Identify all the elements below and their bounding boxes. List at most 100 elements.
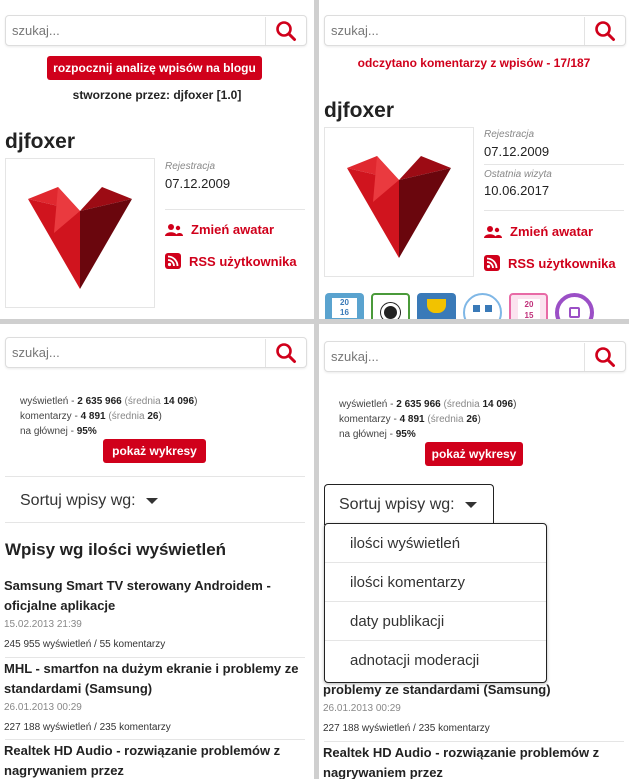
registration-date: 07.12.2009 xyxy=(165,176,231,191)
sort-option-date[interactable]: daty publikacji xyxy=(325,602,546,641)
search-icon xyxy=(594,21,615,41)
entry-title[interactable]: Realtek HD Audio - rozwiązanie problemów… xyxy=(323,743,625,779)
change-avatar-link[interactable]: Zmień awatar xyxy=(165,222,274,237)
search-input[interactable] xyxy=(12,345,252,360)
list-item[interactable]: Realtek HD Audio - rozwiązanie problemów… xyxy=(4,741,306,779)
avatar-logo-icon xyxy=(347,156,451,258)
caret-down-icon xyxy=(145,498,158,504)
stats-comments: komentarzy - 4 891 (średnia 26) xyxy=(20,411,162,422)
search-button[interactable] xyxy=(584,17,624,45)
search-input[interactable] xyxy=(331,23,571,38)
registration-date: 07.12.2009 xyxy=(484,144,550,159)
divider xyxy=(484,210,624,211)
sort-label: Sortuj wpisy wg: xyxy=(20,492,136,509)
rss-link[interactable]: RSS użytkownika xyxy=(484,255,616,271)
search-button[interactable] xyxy=(265,339,305,367)
caret-down-icon xyxy=(464,502,477,508)
avatar-logo-icon xyxy=(28,187,132,289)
sort-option-comments[interactable]: ilości komentarzy xyxy=(325,563,546,602)
list-heading: Wpisy wg ilości wyświetleń xyxy=(5,540,227,559)
status-text: odczytano komentarzy z wpisów - 17/187 xyxy=(357,56,591,70)
trophy-badge-icon[interactable] xyxy=(417,293,456,319)
panel-sort-open: wyświetleń - 2 635 966 (średnia 14 096) … xyxy=(319,324,629,779)
search-box xyxy=(324,341,626,372)
divider xyxy=(5,522,305,523)
analyze-blog-button[interactable]: rozpocznij analizę wpisów na blogu xyxy=(47,56,262,80)
username: djfoxer xyxy=(324,99,395,122)
list-item[interactable]: Samsung Smart TV sterowany Androidem - o… xyxy=(4,576,306,650)
search-input[interactable] xyxy=(331,349,571,364)
search-icon xyxy=(594,347,615,367)
panel-stats-list: wyświetleń - 2 635 966 (średnia 14 096) … xyxy=(0,324,314,779)
search-icon xyxy=(275,343,296,363)
stats-views: wyświetleń - 2 635 966 (średnia 14 096) xyxy=(20,396,198,407)
stats-comments: komentarzy - 4 891 (średnia 26) xyxy=(339,414,481,425)
divider xyxy=(165,209,305,210)
entry-title[interactable]: problemy ze standardami (Samsung) xyxy=(323,680,625,700)
panel-profile-loaded: odczytano komentarzy z wpisów - 17/187 d… xyxy=(319,0,629,319)
calendar-2016-badge-icon[interactable]: 20 16 xyxy=(325,293,364,319)
rss-label: RSS użytkownika xyxy=(508,255,616,271)
search-box xyxy=(5,337,307,368)
search-button[interactable] xyxy=(265,17,305,45)
rss-label: RSS użytkownika xyxy=(189,253,297,269)
search-input[interactable] xyxy=(12,23,252,38)
list-item[interactable]: MHL - smartfon na dużym ekranie i proble… xyxy=(4,659,306,733)
entry-date: 26.01.2013 00:29 xyxy=(4,702,82,713)
last-visit-date: 10.06.2017 xyxy=(484,183,550,198)
stats-views: wyświetleń - 2 635 966 (średnia 14 096) xyxy=(339,399,517,410)
sort-dropdown[interactable]: Sortuj wpisy wg: xyxy=(339,496,477,514)
divider xyxy=(484,164,624,165)
users-icon xyxy=(484,225,502,238)
last-visit-label: Ostatnia wizyta xyxy=(484,169,552,180)
entry-title[interactable]: Realtek HD Audio - rozwiązanie problemów… xyxy=(4,741,306,779)
purple-ring-badge-icon[interactable] xyxy=(555,293,594,319)
divider xyxy=(5,739,305,740)
show-charts-button[interactable]: pokaż wykresy xyxy=(425,442,523,466)
entry-title[interactable]: MHL - smartfon na dużym ekranie i proble… xyxy=(4,659,306,699)
change-avatar-label: Zmień awatar xyxy=(510,224,594,239)
stats-block: wyświetleń - 2 635 966 (średnia 14 096) … xyxy=(339,397,516,442)
network-badge-icon[interactable] xyxy=(463,293,502,319)
calendar-2015-badge-icon[interactable]: 20 15 xyxy=(509,293,548,319)
change-avatar-label: Zmień awatar xyxy=(191,222,275,237)
stats-block: wyświetleń - 2 635 966 (średnia 14 096) … xyxy=(20,394,197,439)
stats-main: na głównej - 95% xyxy=(339,429,416,440)
entry-meta: 227 188 wyświetleń / 235 komentarzy xyxy=(4,722,171,733)
divider xyxy=(324,741,624,742)
football-badge-icon[interactable] xyxy=(371,293,410,319)
entry-meta: 245 955 wyświetleń / 55 komentarzy xyxy=(4,639,166,650)
divider xyxy=(5,657,305,658)
sort-label: Sortuj wpisy wg: xyxy=(339,496,455,513)
search-button[interactable] xyxy=(584,343,624,371)
list-item[interactable]: problemy ze standardami (Samsung) 26.01.… xyxy=(323,680,625,734)
stats-main: na głównej - 95% xyxy=(20,426,97,437)
sort-option-moderation[interactable]: adnotacji moderacji xyxy=(325,641,546,680)
sort-option-views[interactable]: ilości wyświetleń xyxy=(325,524,546,563)
registration-label: Rejestracja xyxy=(165,161,216,172)
rss-icon xyxy=(484,255,500,271)
sort-dropdown[interactable]: Sortuj wpisy wg: xyxy=(20,492,158,510)
created-by-text: stworzone przez: djfoxer [1.0] xyxy=(72,88,242,102)
registration-label: Rejestracja xyxy=(484,129,535,140)
entry-meta: 227 188 wyświetleń / 235 komentarzy xyxy=(323,723,490,734)
divider xyxy=(5,476,305,477)
avatar xyxy=(5,158,155,308)
rss-link[interactable]: RSS użytkownika xyxy=(165,253,297,269)
list-item[interactable]: Realtek HD Audio - rozwiązanie problemów… xyxy=(323,743,625,779)
search-box xyxy=(5,15,307,46)
show-charts-button[interactable]: pokaż wykresy xyxy=(103,439,206,463)
sort-options-menu: ilości wyświetleń ilości komentarzy daty… xyxy=(324,523,547,683)
badges-row: 20 16 20 15 xyxy=(325,293,594,319)
entry-date: 15.02.2013 21:39 xyxy=(4,619,82,630)
entry-date: 26.01.2013 00:29 xyxy=(323,703,401,714)
rss-icon xyxy=(165,253,181,269)
change-avatar-link[interactable]: Zmień awatar xyxy=(484,224,593,239)
search-icon xyxy=(275,21,296,41)
avatar xyxy=(324,127,474,277)
entry-title[interactable]: Samsung Smart TV sterowany Androidem - o… xyxy=(4,576,306,616)
users-icon xyxy=(165,223,183,236)
panel-profile-initial: rozpocznij analizę wpisów na blogu stwor… xyxy=(0,0,314,319)
username: djfoxer xyxy=(5,130,76,153)
search-box xyxy=(324,15,626,46)
